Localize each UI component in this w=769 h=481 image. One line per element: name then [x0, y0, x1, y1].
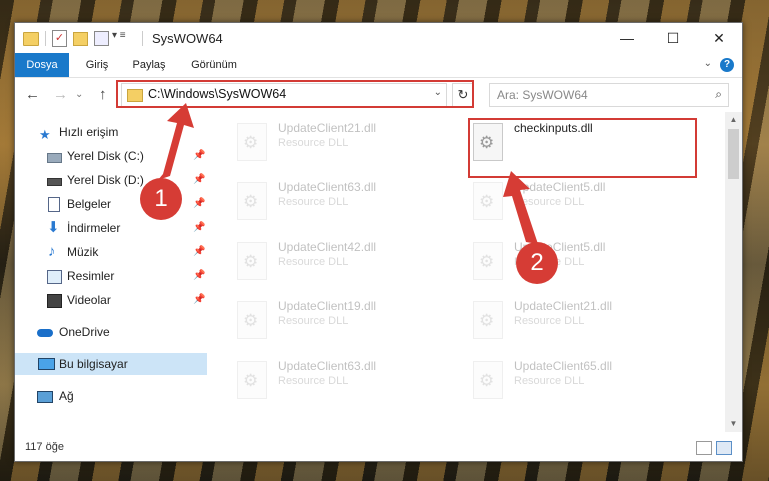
annotation-arrows [158, 103, 538, 244]
step-1-badge: 1 [140, 178, 182, 220]
arrow-to-address-bar [158, 103, 194, 180]
step-2-badge: 2 [516, 242, 558, 284]
arrow-to-file [503, 171, 538, 244]
